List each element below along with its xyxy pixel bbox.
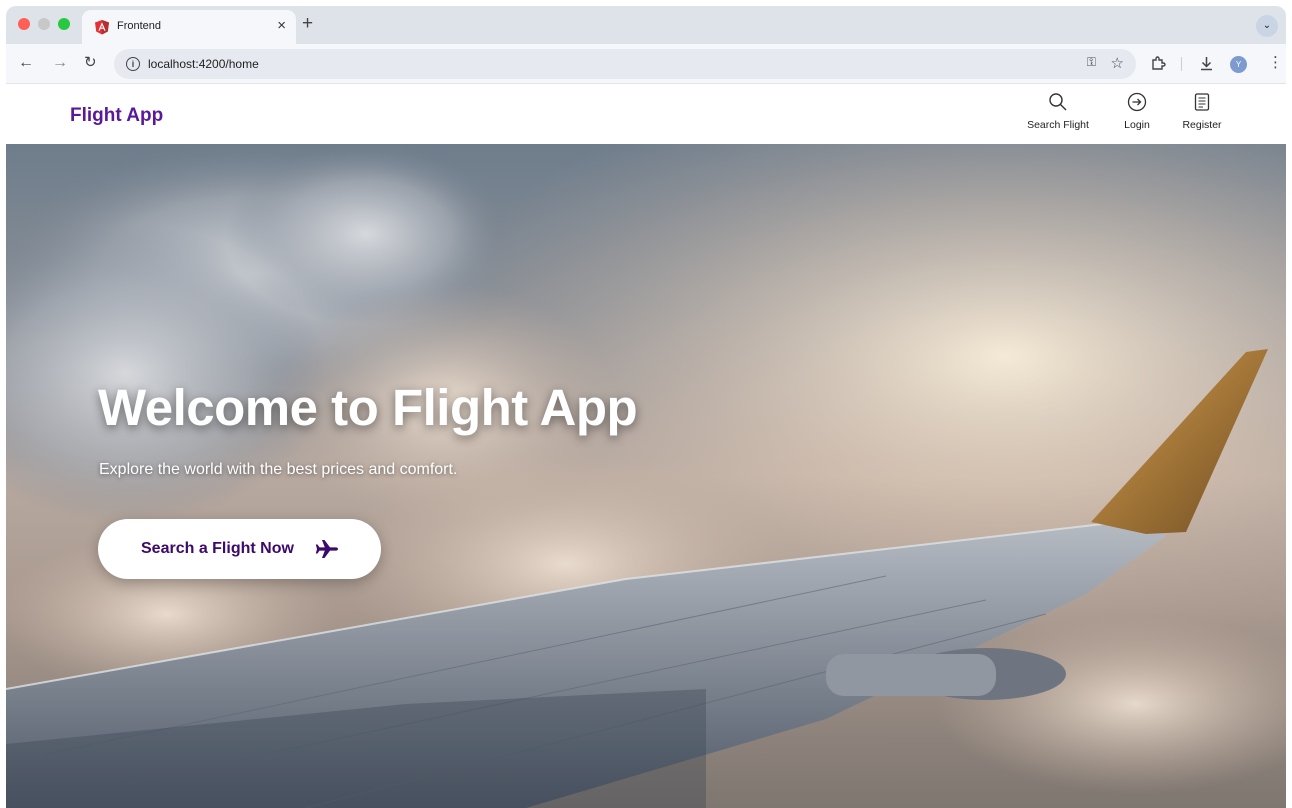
url-text[interactable]: localhost:4200/home (148, 57, 259, 71)
nav-label: Search Flight (1027, 119, 1089, 131)
minimize-window-button[interactable] (38, 18, 50, 30)
nav-register[interactable]: Register (1176, 92, 1228, 133)
profile-avatar[interactable]: Y (1230, 56, 1247, 73)
angular-favicon-icon (95, 20, 109, 35)
tab-search-chevron-icon[interactable]: ⌄ (1256, 15, 1278, 37)
cta-label: Search a Flight Now (141, 540, 294, 557)
airplane-icon (315, 540, 338, 558)
tab-title: Frontend (117, 20, 162, 32)
brand-logo-text[interactable]: Flight App (70, 105, 163, 127)
reload-icon[interactable]: ↻ (84, 53, 97, 73)
hero-title: Welcome to Flight App (98, 379, 638, 436)
password-key-icon[interactable]: ⚿ (1087, 55, 1096, 70)
maximize-window-button[interactable] (58, 18, 70, 30)
browser-window: Frontend × + ⌄ ← → ↻ i localhost:4200/ho… (6, 6, 1286, 808)
login-icon (1127, 92, 1147, 112)
toolbar-separator (1181, 57, 1182, 71)
browser-toolbar: ← → ↻ i localhost:4200/home ⚿ ☆ Y ⋮ (6, 44, 1286, 84)
close-window-button[interactable] (18, 18, 30, 30)
extensions-puzzle-icon[interactable] (1150, 55, 1167, 72)
nav-login[interactable]: Login (1116, 92, 1158, 133)
register-icon (1194, 93, 1210, 111)
nav-label: Login (1124, 119, 1150, 131)
download-icon[interactable] (1198, 55, 1215, 72)
hero-subtitle: Explore the world with the best prices a… (99, 461, 458, 478)
more-menu-icon[interactable]: ⋮ (1268, 53, 1283, 73)
search-flight-now-button[interactable]: Search a Flight Now (98, 519, 381, 579)
site-info-icon[interactable]: i (126, 57, 140, 71)
tab-close-icon[interactable]: × (277, 17, 286, 35)
address-bar[interactable]: i localhost:4200/home ⚿ ☆ (114, 49, 1136, 79)
search-icon (1049, 93, 1067, 111)
back-arrow-icon[interactable]: ← (18, 53, 34, 73)
hero-section: Welcome to Flight App Explore the world … (6, 144, 1286, 808)
app-navbar: Flight App Search Flight Login Register (6, 84, 1286, 144)
nav-label: Register (1182, 119, 1222, 131)
forward-arrow-icon[interactable]: → (52, 53, 68, 73)
tab-bar: Frontend × + ⌄ (6, 6, 1286, 44)
nav-search-flight[interactable]: Search Flight (1024, 92, 1092, 133)
browser-tab[interactable]: Frontend × (82, 10, 296, 44)
bookmark-star-icon[interactable]: ☆ (1111, 54, 1124, 72)
new-tab-button[interactable]: + (302, 13, 313, 35)
